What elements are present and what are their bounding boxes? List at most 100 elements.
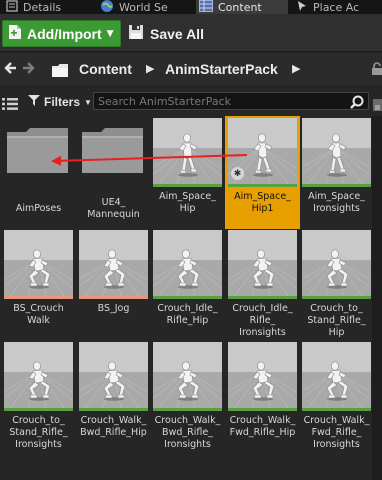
save-disk-icon <box>128 24 144 44</box>
tab-label: Place Ac <box>313 0 360 14</box>
asset-name-line: Stand_Rifle_ <box>307 315 366 326</box>
mannequin-part <box>104 282 113 287</box>
asset-name: Aim_Space_ Hip1 <box>226 191 299 215</box>
asset-name-line: Crouch_Walk_ <box>229 415 296 426</box>
asset-name-line: Crouch_Idle_ <box>232 303 293 314</box>
asset-name: Crouch_Idle_ Rifle_ Ironsights <box>226 303 299 339</box>
asset-tile[interactable]: ✱ Aim_Space_ Hip1 <box>225 116 300 229</box>
scrollbar[interactable] <box>372 116 382 480</box>
animation-preview <box>153 342 222 408</box>
mannequin-part <box>257 249 265 259</box>
tab-label: Details <box>23 0 62 14</box>
filter-bar: Filters ▼ <box>0 88 382 116</box>
tab-content-browser[interactable]: Content <box>196 0 288 14</box>
asset-tile[interactable]: BS_Crouch Walk <box>4 230 73 341</box>
asset-tile[interactable]: Crouch_Walk_ Bwd_Rifle_Hip <box>79 342 148 453</box>
asset-tile[interactable]: Crouch_Idle_ Rifle_Hip <box>153 230 222 341</box>
animation-preview <box>153 118 222 184</box>
asset-tile[interactable]: Crouch_Idle_ Rifle_ Ironsights <box>228 230 297 341</box>
breadcrumb-animstarterpack[interactable]: AnimStarterPack <box>165 61 278 77</box>
search-box[interactable] <box>93 92 369 110</box>
asset-thumbnail <box>228 230 297 299</box>
breadcrumb-content[interactable]: Content <box>79 61 132 77</box>
asset-tile[interactable]: Crouch_Walk_ Bwd_Rifle_ Ironsights <box>153 342 222 453</box>
asset-name: Crouch_Walk_ Fwd_Rifle_Hip <box>226 415 299 439</box>
mannequin-part <box>257 361 265 371</box>
asset-thumbnail <box>79 342 148 411</box>
chevron-down-icon: ▼ <box>106 28 114 39</box>
place-actors-icon <box>296 0 308 14</box>
asset-name-line: Ironsights <box>239 327 286 338</box>
asset-name-line: Hip <box>328 327 345 338</box>
globe-icon <box>100 0 114 14</box>
mannequin-part <box>266 394 274 399</box>
save-all-button[interactable]: Save All <box>126 20 204 47</box>
back-arrow-icon[interactable] <box>4 60 18 79</box>
mannequin-part <box>117 394 125 399</box>
mannequin-shadow <box>253 173 273 177</box>
mannequin-part <box>108 361 116 371</box>
filters-button[interactable]: Filters ▼ <box>28 95 92 109</box>
asset-thumbnail <box>153 118 222 187</box>
asset-name: Aim_Space_ Ironsights <box>300 191 372 215</box>
asset-type-bar <box>153 184 222 187</box>
asset-name: Aim_Space_ Hip <box>151 191 224 215</box>
asset-tile[interactable]: Aim_Space_ Hip <box>153 118 222 229</box>
search-icon[interactable] <box>350 94 364 113</box>
asset-name-line: Aim_Space_ <box>234 191 291 202</box>
mannequin-part <box>258 133 266 143</box>
forward-arrow-icon[interactable] <box>21 60 35 79</box>
mannequin-part <box>191 282 199 287</box>
add-import-button[interactable]: Add/Import ▼ <box>2 20 121 47</box>
animation-preview <box>302 342 371 408</box>
search-input[interactable] <box>98 94 338 108</box>
asset-type-bar <box>228 408 297 411</box>
asset-name-line: Crouch_Walk_ <box>80 415 147 426</box>
asset-tile[interactable]: Crouch_Walk_ Fwd_Rifle_Hip <box>228 342 297 453</box>
breadcrumb-separator-icon[interactable]: ▶ <box>292 62 300 75</box>
asset-tile[interactable]: Crouch_to_ Stand_Rifle_ Hip <box>302 230 371 341</box>
asset-type-bar <box>228 296 297 299</box>
asset-tile[interactable]: Crouch_Walk_ Fwd_Rifle_ Ironsights <box>302 342 371 453</box>
folder-tile[interactable]: UE4_ Mannequin <box>79 118 148 229</box>
asset-type-bar <box>302 184 371 187</box>
asset-name-line: Fwd_Rifle_Hip <box>229 427 296 438</box>
mannequin-part <box>339 168 347 173</box>
asset-name-line: Ironsights <box>313 439 360 450</box>
asset-type-bar <box>228 184 297 187</box>
asset-name: Crouch_Idle_ Rifle_Hip <box>151 303 224 327</box>
sources-panel-icon[interactable] <box>2 95 18 114</box>
asset-thumbnail <box>4 118 73 187</box>
asset-name: BS_Crouch Walk <box>2 303 75 327</box>
asset-name-line: Crouch_Walk_ <box>154 415 221 426</box>
mannequin-part <box>42 282 50 287</box>
asset-tile[interactable]: BS_Jog <box>79 230 148 341</box>
mannequin-part <box>33 361 41 371</box>
asset-thumbnail <box>302 230 371 299</box>
mannequin-part <box>191 394 199 399</box>
modified-star-icon: ✱ <box>231 167 244 180</box>
tab-details[interactable]: Details <box>6 0 92 14</box>
asset-name-line: Hip <box>179 203 196 214</box>
folder-tile[interactable]: AimPoses <box>4 118 73 229</box>
mannequin-part <box>178 282 187 287</box>
asset-type-bar <box>4 296 73 299</box>
asset-tile[interactable]: Crouch_to_ Stand_Rifle_ Ironsights <box>4 342 73 453</box>
lock-icon[interactable] <box>371 61 382 80</box>
path-bar: Content ▶ AnimStarterPack ▶ <box>0 53 382 85</box>
tab-place-actors[interactable]: Place Ac <box>294 0 382 14</box>
asset-type-bar <box>302 408 371 411</box>
mannequin-part <box>178 394 187 399</box>
animation-preview <box>302 118 371 184</box>
save-all-label: Save All <box>150 25 204 42</box>
asset-name-line: Crouch_Walk_ <box>303 415 370 426</box>
mannequin-part <box>42 394 50 399</box>
asset-tile[interactable]: Aim_Space_ Ironsights <box>302 118 371 229</box>
asset-name-line: AimPoses <box>15 203 62 214</box>
mannequin-part <box>108 249 116 259</box>
asset-type-bar <box>302 296 371 299</box>
save-search-icon[interactable] <box>373 96 382 115</box>
tab-world-settings[interactable]: World Se <box>100 0 190 14</box>
asset-type-bar <box>4 408 73 411</box>
breadcrumb-separator-icon[interactable]: ▶ <box>146 62 154 75</box>
